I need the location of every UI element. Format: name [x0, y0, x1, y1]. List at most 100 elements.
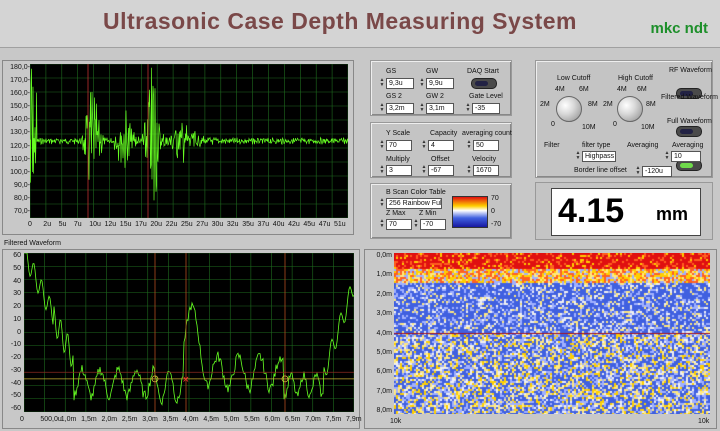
- gs-input[interactable]: 9,3u: [386, 78, 414, 89]
- rf-waveform-plot[interactable]: [30, 64, 348, 218]
- offset-spinner[interactable]: ▲ ▼: [421, 165, 427, 176]
- gate-level-input[interactable]: -35: [472, 103, 500, 114]
- gate-level-spinner[interactable]: ▲ ▼: [465, 103, 471, 114]
- low-mark-0: 0: [551, 121, 555, 128]
- low-mark-8m: 8M: [588, 101, 598, 108]
- low-mark-2m: 2M: [540, 101, 550, 108]
- color-table-spinner[interactable]: ▲ ▼: [379, 198, 385, 209]
- filtered-waveform-plot[interactable]: ×: [24, 253, 354, 412]
- yscale-spinner[interactable]: ▲ ▼: [379, 140, 385, 151]
- filtered-waveform-button[interactable]: [676, 126, 702, 137]
- zmax-spinner[interactable]: ▲ ▼: [379, 219, 385, 230]
- daq-start-label: DAQ Start: [467, 68, 499, 75]
- yscale-label: Y Scale: [386, 130, 410, 137]
- fwX-tick: 5,0m: [223, 416, 240, 423]
- border-offset-label: Border line offset: [574, 167, 627, 174]
- rfX-tick: 35u: [242, 221, 254, 228]
- capacity-label: Capacity: [430, 130, 458, 137]
- velocity-spinner[interactable]: ▲ ▼: [466, 165, 472, 176]
- zmax-label: Z Max: [386, 210, 406, 217]
- filter-type-spinner[interactable]: ▲ ▼: [575, 151, 581, 162]
- zmin-input[interactable]: -70: [420, 219, 446, 230]
- yscale-input[interactable]: 70: [386, 140, 412, 151]
- fwY-tick: 40: [13, 277, 21, 285]
- bsY-tick: 1,0m: [376, 271, 392, 279]
- gw2-input[interactable]: 3,1m: [426, 103, 454, 114]
- ramp-tick-zero: 0: [491, 208, 495, 215]
- rfX-tick: 45u: [303, 221, 316, 228]
- capacity-input[interactable]: 4: [428, 140, 454, 151]
- bscan-image[interactable]: [394, 253, 710, 414]
- rfY-tick: 130,0-: [10, 129, 30, 137]
- rfX-tick: 12u: [104, 221, 117, 228]
- low-mark-10m: 10M: [582, 124, 596, 131]
- averaging-count-spinner[interactable]: ▲ ▼: [466, 140, 472, 151]
- fwX-tick: 7,0m: [305, 416, 321, 423]
- color-ramp: [452, 196, 488, 228]
- gs-label: GS: [386, 68, 397, 75]
- rf-waveform-label: RF Waveform: [669, 67, 712, 74]
- zmin-label: Z Min: [419, 210, 437, 217]
- rfY-tick: 70,0-: [14, 208, 30, 215]
- averaging-count-label: averaging count: [462, 130, 512, 137]
- rfX-tick: 37u: [257, 221, 270, 228]
- offset-input[interactable]: -67: [428, 165, 454, 176]
- rfX-tick: 5u: [58, 221, 67, 228]
- bsY-tick: 2,0m: [376, 290, 392, 298]
- rfX-tick: 15u: [119, 221, 132, 228]
- capacity-spinner[interactable]: ▲ ▼: [421, 140, 427, 151]
- bsY-tick: 6,0m: [376, 368, 392, 376]
- border-offset-input[interactable]: -120u: [642, 166, 672, 177]
- rfX-tick: 25u: [181, 221, 193, 228]
- rfY-tick: 180,0-: [10, 64, 30, 71]
- bscan-x-tick-start: 10k: [390, 418, 402, 425]
- fwY-tick: -40: [10, 379, 21, 387]
- high-cutoff-knob[interactable]: [617, 96, 643, 122]
- bsY-tick: 7,0m: [376, 387, 392, 395]
- gs2-label: GS 2: [386, 93, 402, 100]
- bsY-tick: 0,0m: [376, 252, 392, 259]
- multiply-spinner[interactable]: ▲ ▼: [379, 165, 385, 176]
- filter-type-select[interactable]: Highpass: [582, 151, 616, 162]
- velocity-input[interactable]: 1670: [473, 165, 499, 176]
- depth-readout-unit: mm: [656, 204, 689, 224]
- fwX-tick: 4,5m: [203, 416, 219, 423]
- filter-label: Filter: [544, 142, 560, 149]
- rfY-tick: 120,0-: [10, 142, 30, 150]
- app-title: Ultrasonic Case Depth Measuring System: [102, 8, 578, 34]
- zmin-spinner[interactable]: ▲ ▼: [413, 219, 419, 230]
- filtered-waveform-label: Filtered Waveform: [4, 240, 61, 247]
- bsY-tick: 8,0m: [376, 407, 392, 414]
- gs2-spinner[interactable]: ▲ ▼: [379, 103, 385, 114]
- zmax-input[interactable]: 70: [386, 219, 412, 230]
- daq-start-button[interactable]: [471, 78, 497, 89]
- low-cutoff-knob[interactable]: [556, 96, 582, 122]
- averaging-count-input[interactable]: 50: [473, 140, 499, 151]
- averaging-value-spinner[interactable]: ▲ ▼: [664, 151, 670, 162]
- fwX-tick: 0: [20, 416, 24, 423]
- rfX-tick: 51u: [334, 221, 346, 228]
- multiply-input[interactable]: 3: [386, 165, 412, 176]
- filter-type-label: filter type: [582, 142, 611, 149]
- fwX-tick: 1,5m: [81, 416, 97, 423]
- gs2-input[interactable]: 3,2m: [386, 103, 414, 114]
- rfX-tick: 47u: [318, 221, 331, 228]
- rfY-tick: 170,0-: [10, 77, 30, 85]
- rfY-tick: 110,0-: [10, 155, 30, 163]
- averaging-value-label: Averaging: [672, 142, 704, 149]
- fwX-tick: 3,5m: [162, 416, 179, 423]
- fwY-tick: 0: [17, 328, 21, 336]
- gw-spinner[interactable]: ▲ ▼: [419, 78, 425, 89]
- rfY-tick: 140,0-: [10, 116, 30, 124]
- averaging-value-input[interactable]: 10: [671, 151, 701, 162]
- color-table-select[interactable]: 256 Rainbow Full: [386, 198, 442, 209]
- averaging-toggle-label: Averaging: [627, 142, 659, 149]
- rfX-tick: 42u: [288, 221, 300, 228]
- bsY-tick: 5,0m: [376, 348, 392, 356]
- fwY-tick: -60: [10, 405, 21, 412]
- gs-spinner[interactable]: ▲ ▼: [379, 78, 385, 89]
- gw2-spinner[interactable]: ▲ ▼: [419, 103, 425, 114]
- gw-input[interactable]: 9,9u: [426, 78, 454, 89]
- border-offset-spinner[interactable]: ▲ ▼: [635, 166, 641, 177]
- low-mark-6m: 6M: [579, 86, 589, 93]
